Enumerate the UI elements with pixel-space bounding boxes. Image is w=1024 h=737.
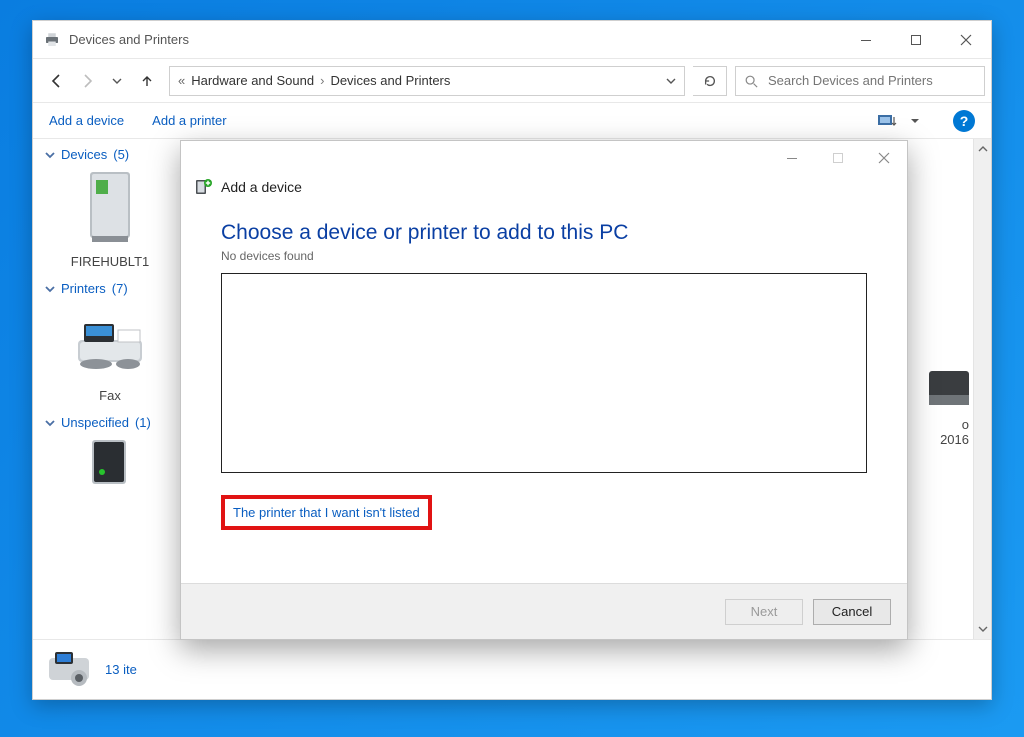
add-device-icon xyxy=(193,177,213,197)
add-device-wizard: Add a device Choose a device or printer … xyxy=(180,140,908,640)
device-label: FIREHUBLT1 xyxy=(45,254,175,269)
scroll-track[interactable] xyxy=(974,159,991,619)
search-box[interactable] xyxy=(735,66,985,96)
search-input[interactable] xyxy=(766,72,976,89)
scroll-down-button[interactable] xyxy=(974,619,991,639)
group-count: (5) xyxy=(113,147,129,162)
printer-icon xyxy=(929,363,969,417)
status-icon xyxy=(45,650,93,690)
command-toolbar: Add a device Add a printer ? xyxy=(33,103,991,139)
window-titlebar[interactable]: Devices and Printers xyxy=(33,21,991,59)
status-text: 13 ite xyxy=(105,662,137,677)
scroll-up-button[interactable] xyxy=(974,139,991,159)
group-label: Printers xyxy=(61,281,106,296)
back-button[interactable] xyxy=(43,67,71,95)
chevron-down-icon xyxy=(45,284,55,294)
minimize-button[interactable] xyxy=(841,21,891,59)
wizard-heading: Choose a device or printer to add to thi… xyxy=(221,221,867,245)
computer-icon xyxy=(70,168,150,248)
wizard-close-button[interactable] xyxy=(861,141,907,175)
next-button[interactable]: Next xyxy=(725,599,803,625)
vertical-scrollbar[interactable] xyxy=(973,139,991,639)
address-bar[interactable]: « Hardware and Sound › Devices and Print… xyxy=(169,66,685,96)
device-item[interactable] xyxy=(45,436,175,498)
group-count: (1) xyxy=(135,415,151,430)
group-label: Devices xyxy=(61,147,107,162)
device-generic-icon xyxy=(70,436,150,492)
chevron-down-icon xyxy=(45,150,55,160)
printer-not-listed-link[interactable]: The printer that I want isn't listed xyxy=(227,501,426,524)
forward-button[interactable] xyxy=(73,67,101,95)
chevron-right-icon[interactable]: › xyxy=(320,73,324,88)
wizard-titlebar[interactable] xyxy=(181,141,907,175)
device-item[interactable]: FIREHUBLT1 xyxy=(45,168,175,269)
device-list[interactable] xyxy=(221,273,867,473)
wizard-minimize-button[interactable] xyxy=(769,141,815,175)
wizard-body: Choose a device or printer to add to thi… xyxy=(181,207,907,583)
printer-icon xyxy=(43,31,61,49)
wizard-maximize-button[interactable] xyxy=(815,141,861,175)
device-item-partial[interactable]: o 2016 xyxy=(929,363,969,447)
recent-locations-dropdown[interactable] xyxy=(103,67,131,95)
maximize-button[interactable] xyxy=(891,21,941,59)
annotation-highlight: The printer that I want isn't listed xyxy=(221,495,432,530)
address-dropdown[interactable] xyxy=(660,67,682,95)
search-icon xyxy=(744,74,758,88)
device-label-partial: o xyxy=(929,417,969,432)
wizard-header: Add a device xyxy=(181,175,907,207)
cancel-button[interactable]: Cancel xyxy=(813,599,891,625)
group-count: (7) xyxy=(112,281,128,296)
status-bar: 13 ite xyxy=(33,639,991,699)
help-button[interactable]: ? xyxy=(953,110,975,132)
view-dropdown-icon[interactable] xyxy=(911,117,919,125)
nav-toolbar: « Hardware and Sound › Devices and Print… xyxy=(33,59,991,103)
fax-icon xyxy=(70,302,150,382)
overflow-chevron-icon: « xyxy=(178,73,185,88)
view-options-button[interactable] xyxy=(875,108,901,134)
refresh-button[interactable] xyxy=(693,66,727,96)
wizard-subtext: No devices found xyxy=(221,249,867,263)
close-button[interactable] xyxy=(941,21,991,59)
group-label: Unspecified xyxy=(61,415,129,430)
add-device-button[interactable]: Add a device xyxy=(49,113,124,128)
add-printer-button[interactable]: Add a printer xyxy=(152,113,226,128)
breadcrumb-segment[interactable]: Devices and Printers xyxy=(330,73,450,88)
device-item[interactable]: Fax xyxy=(45,302,175,403)
device-label: Fax xyxy=(45,388,175,403)
device-label-partial: 2016 xyxy=(929,432,969,447)
wizard-footer: Next Cancel xyxy=(181,583,907,639)
wizard-title: Add a device xyxy=(221,179,302,195)
breadcrumb-segment[interactable]: Hardware and Sound xyxy=(191,73,314,88)
up-button[interactable] xyxy=(133,67,161,95)
chevron-down-icon xyxy=(45,418,55,428)
window-title: Devices and Printers xyxy=(69,32,189,47)
